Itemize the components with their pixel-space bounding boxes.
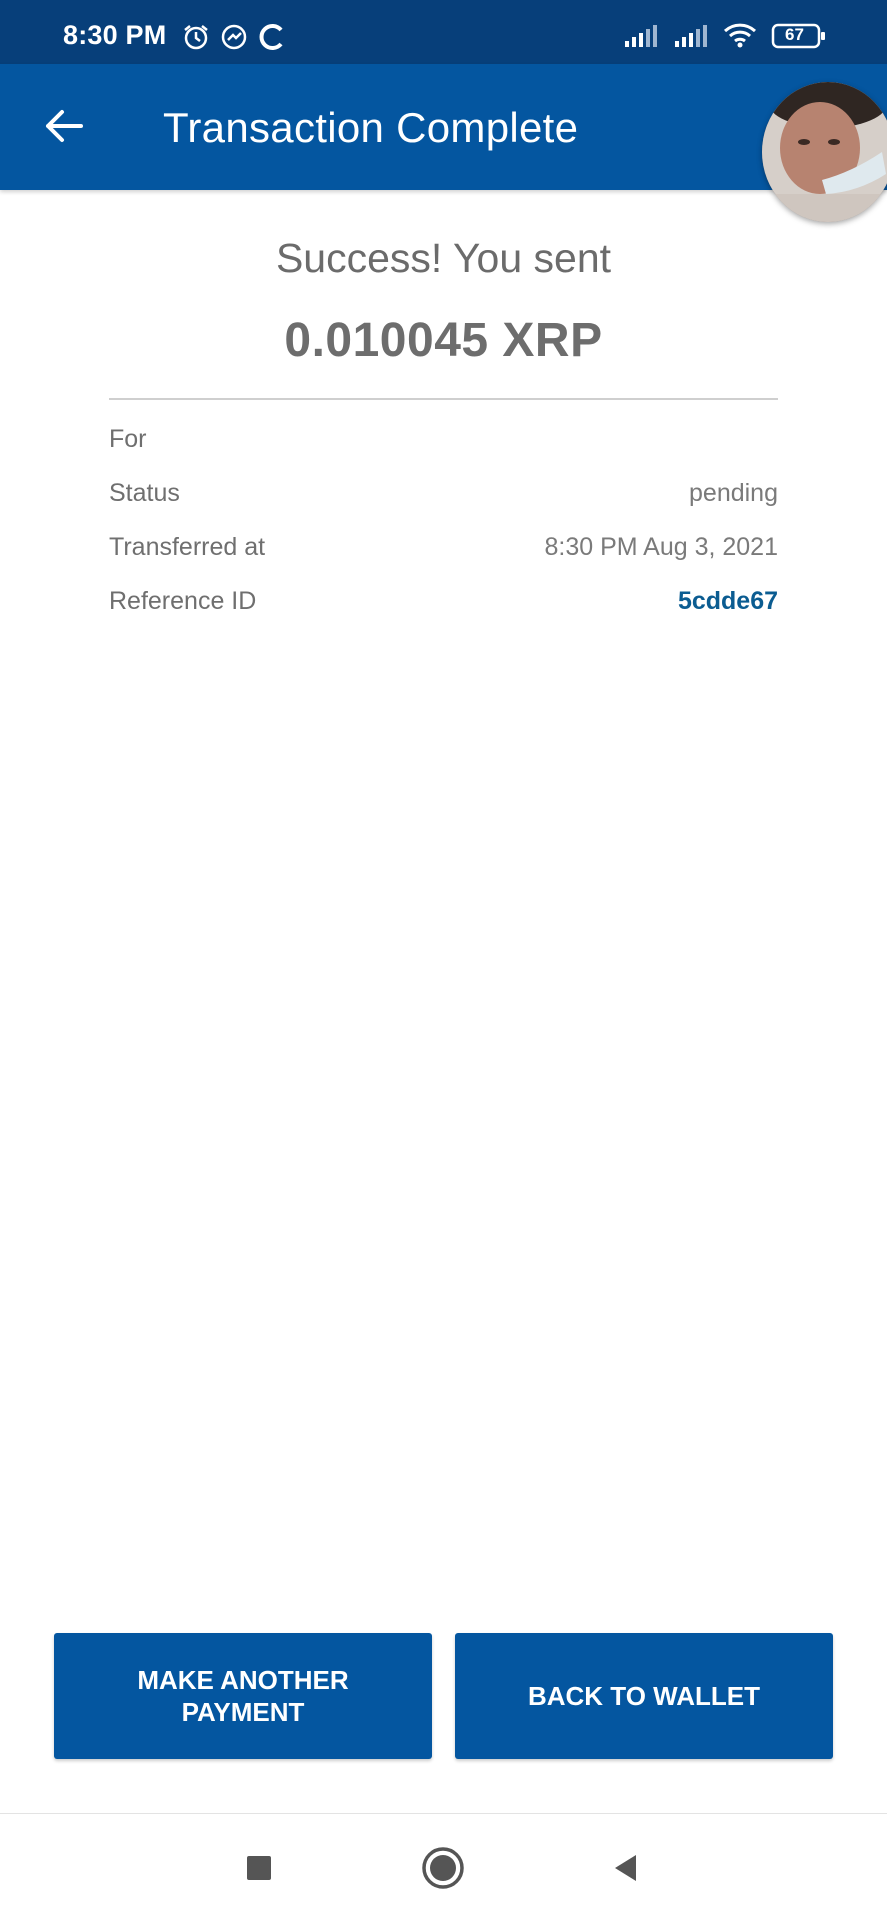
c-app-icon <box>258 22 286 52</box>
status-value: pending <box>689 479 778 507</box>
wifi-icon <box>723 23 757 49</box>
divider <box>109 398 778 400</box>
reference-id-link[interactable]: 5cdde67 <box>678 587 778 616</box>
back-button[interactable] <box>40 102 88 150</box>
detail-row-reference-id: Reference ID 5cdde67 <box>109 587 778 623</box>
status-bar: 8:30 PM 67 <box>0 0 887 64</box>
circle-home-icon <box>422 1847 464 1889</box>
home-button[interactable] <box>419 1844 467 1892</box>
status-time: 8:30 PM <box>63 20 167 50</box>
triangle-back-icon <box>615 1855 636 1881</box>
transferred-at-value: 8:30 PM Aug 3, 2021 <box>544 533 778 561</box>
detail-label: Status <box>109 479 180 507</box>
messenger-icon <box>220 23 248 51</box>
system-back-button[interactable] <box>602 1844 650 1892</box>
detail-label: Reference ID <box>109 587 257 615</box>
app-bar: Transaction Complete <box>0 64 887 190</box>
system-nav-bar <box>0 1814 887 1920</box>
sent-amount: 0.010045 XRP <box>284 314 603 367</box>
make-another-payment-button[interactable]: MAKE ANOTHER PAYMENT <box>54 1633 432 1759</box>
detail-row-for: For <box>109 425 778 461</box>
screen: 8:30 PM 67 Transaction Complete Success!… <box>0 0 887 1920</box>
recents-button[interactable] <box>235 1844 283 1892</box>
page-title: Transaction Complete <box>163 104 579 151</box>
arrow-left-icon <box>46 110 83 142</box>
detail-label: For <box>109 425 147 453</box>
back-to-wallet-button[interactable]: BACK TO WALLET <box>455 1633 833 1759</box>
square-recents-icon <box>247 1856 271 1880</box>
detail-label: Transferred at <box>109 533 266 561</box>
detail-row-transferred-at: Transferred at 8:30 PM Aug 3, 2021 <box>109 533 778 569</box>
success-message: Success! You sent <box>275 235 612 281</box>
system-icons: 67 <box>623 22 827 50</box>
notification-icons <box>182 22 286 52</box>
signal-icon <box>623 23 659 49</box>
alarm-icon <box>182 23 210 51</box>
battery-icon: 67 <box>771 22 827 50</box>
signal-icon <box>673 23 709 49</box>
avatar[interactable] <box>762 82 887 222</box>
battery-level: 67 <box>785 25 804 44</box>
detail-row-status: Status pending <box>109 479 778 515</box>
